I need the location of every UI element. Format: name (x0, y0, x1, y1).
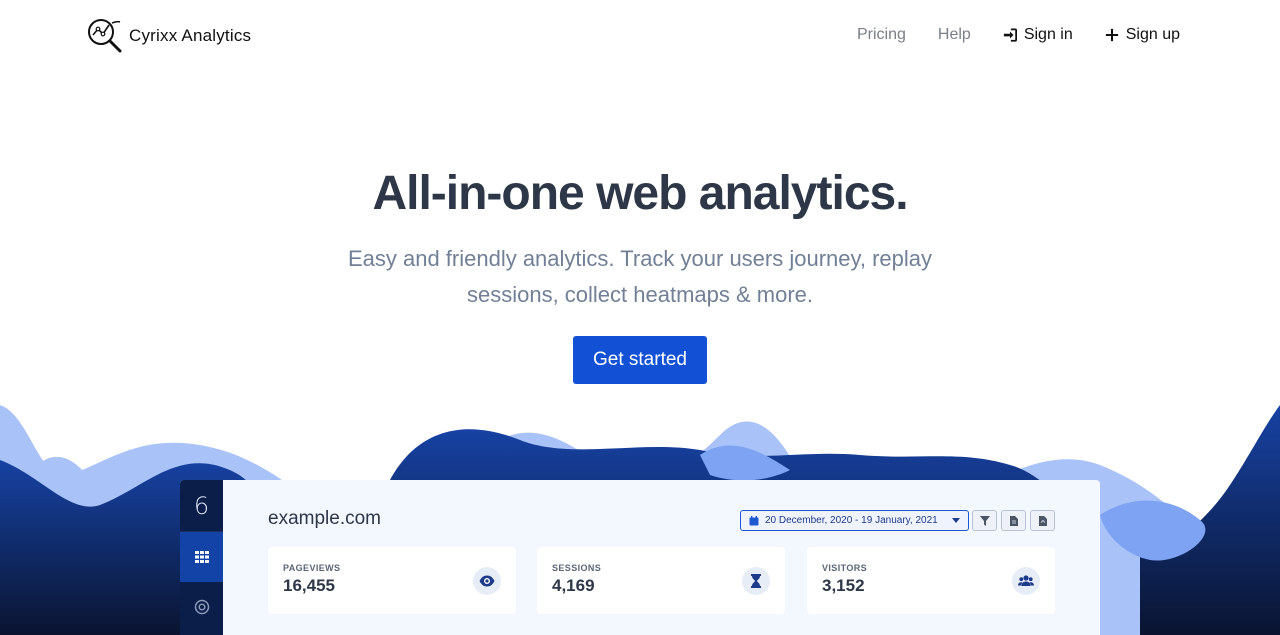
signup-label: Sign up (1125, 26, 1180, 43)
signin-label: Sign in (1023, 26, 1073, 43)
nav-signin-link[interactable]: Sign in (1003, 26, 1073, 44)
eye-icon (473, 567, 501, 595)
dashboard-sidebar-logo[interactable]: 6 (180, 480, 223, 532)
nav-pricing-link[interactable]: Pricing (857, 26, 906, 44)
sign-in-icon (1003, 28, 1017, 42)
stat-card-visitors: VISITORS 3,152 (807, 547, 1055, 614)
stat-value: 16,455 (283, 576, 335, 595)
stat-value: 3,152 (822, 576, 865, 595)
dashboard-preview: 6 example.com 20 December, 2020 - 19 Jan… (180, 480, 1100, 635)
stat-label: SESSIONS (552, 563, 602, 573)
hero-title: All-in-one web analytics. (372, 167, 908, 220)
filter-button[interactable] (972, 510, 997, 531)
file-icon (1009, 515, 1018, 526)
get-started-button[interactable]: Get started (573, 336, 707, 384)
stat-value: 4,169 (552, 576, 595, 595)
chevron-down-icon (952, 518, 960, 523)
nav-help-link[interactable]: Help (938, 26, 971, 44)
export-pdf-button[interactable] (1030, 510, 1055, 531)
export-csv-button[interactable] (1001, 510, 1026, 531)
date-range-text: 20 December, 2020 - 19 January, 2021 (765, 515, 938, 526)
stat-label: PAGEVIEWS (283, 563, 341, 573)
nav-links: Pricing Help Sign in Sign up (857, 26, 1180, 44)
stat-label: VISITORS (822, 563, 868, 573)
users-icon (1012, 567, 1040, 595)
brand-logo-link[interactable]: Cyrixx Analytics (85, 16, 251, 56)
top-nav: Cyrixx Analytics Pricing Help Sign in Si… (0, 0, 1280, 72)
dashboard-sidebar: 6 (180, 480, 223, 635)
site-name: example.com (268, 508, 381, 529)
nav-signup-link[interactable]: Sign up (1105, 26, 1180, 44)
calendar-icon (749, 515, 759, 525)
brand-name: Cyrixx Analytics (129, 26, 252, 45)
date-range-picker[interactable]: 20 December, 2020 - 19 January, 2021 (740, 510, 969, 531)
target-icon[interactable] (180, 582, 223, 632)
hourglass-icon (742, 567, 770, 595)
grid-icon[interactable] (180, 532, 223, 582)
plus-icon (1105, 28, 1118, 42)
stat-card-pageviews: PAGEVIEWS 16,455 (268, 547, 516, 614)
file-icon (1038, 515, 1047, 526)
hero-subtitle: Easy and friendly analytics. Track your … (347, 246, 933, 307)
magnifier-chart-icon (88, 19, 122, 53)
filter-icon (979, 515, 990, 526)
stat-card-sessions: SESSIONS 4,169 (537, 547, 785, 614)
